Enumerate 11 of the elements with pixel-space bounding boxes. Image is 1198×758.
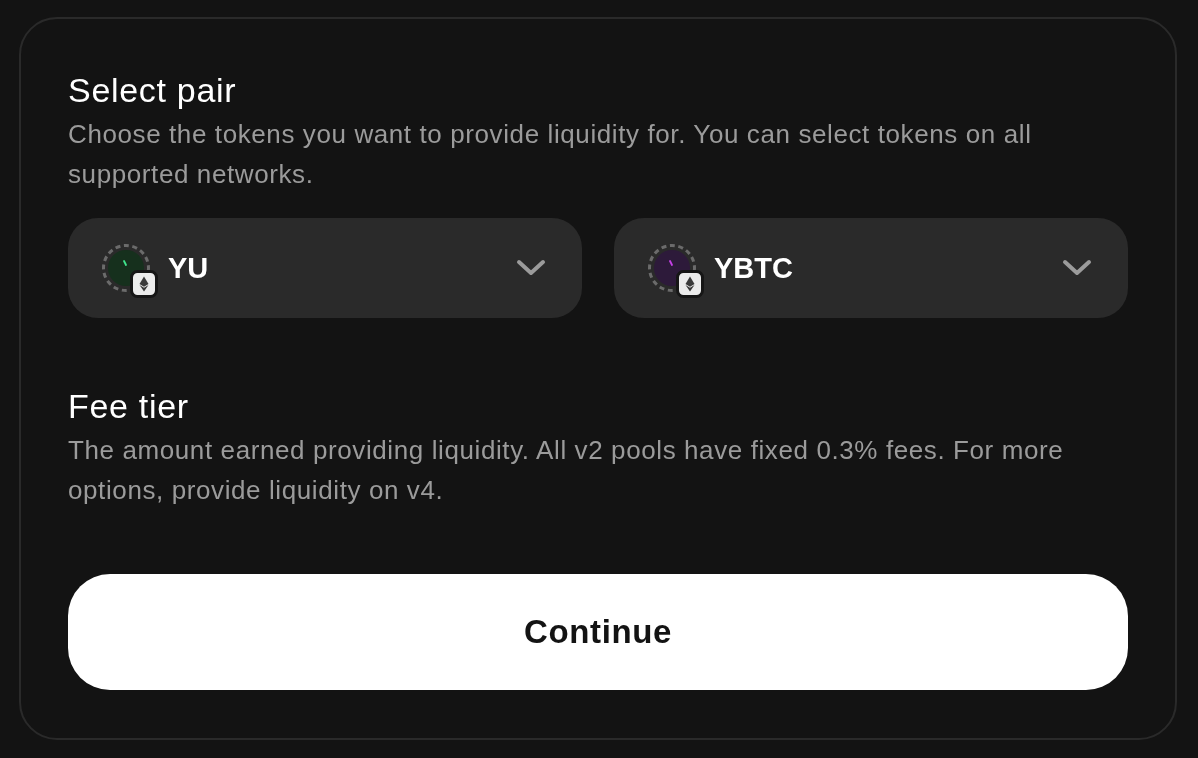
chevron-down-icon	[1062, 259, 1092, 277]
section-title: Select pair	[68, 70, 238, 110]
section-title: Fee tier	[68, 386, 190, 426]
chevron-down-icon	[516, 259, 546, 277]
continue-button[interactable]: Continue	[68, 574, 1128, 690]
diamond-badge-icon	[676, 270, 704, 298]
section-description: Choose the tokens you want to provide liquidity for. You can select tokens on all supported networks.	[68, 118, 1033, 191]
token-selector[interactable]: YU	[68, 218, 582, 318]
diamond-badge-icon	[130, 270, 158, 298]
token-selector[interactable]: YBTC	[614, 218, 1128, 318]
section-description: The amount earned providing liquidity. All v2 pools have fixed 0.3% fees. For more options, provide liquidity on v4.	[68, 434, 1065, 507]
